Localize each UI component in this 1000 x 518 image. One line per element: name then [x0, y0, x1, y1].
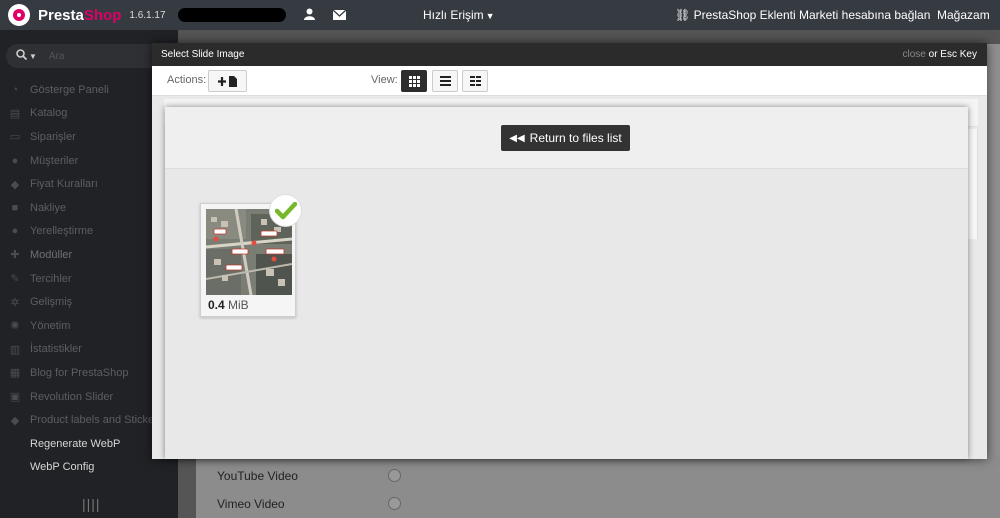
blog-icon: ▦	[9, 367, 21, 380]
plus-file-icon	[217, 75, 237, 87]
truck-icon: ■	[11, 201, 19, 214]
new-file-button[interactable]	[208, 70, 247, 92]
page-content-right-edge	[987, 44, 1000, 458]
tag-icon: ◆	[10, 178, 20, 191]
vimeo-video-label: Vimeo Video	[217, 497, 285, 511]
prestashop-logo-icon	[8, 4, 30, 26]
user-icon[interactable]	[303, 8, 315, 23]
version-label: 1.6.1.17	[129, 9, 166, 21]
cogs-icon: ✲	[10, 296, 20, 309]
puzzle-icon: ✚	[10, 249, 20, 262]
view-label: View:	[371, 74, 398, 86]
view-grid-button[interactable]	[401, 70, 427, 92]
view-list-button[interactable]	[432, 70, 458, 92]
envelope-icon[interactable]	[332, 8, 346, 23]
collapse-menu-icon[interactable]: ||||	[82, 496, 101, 512]
dashboard-icon: ◔	[11, 83, 19, 96]
redacted-employee-name	[177, 8, 286, 22]
grid-icon	[408, 75, 420, 87]
quick-access-menu[interactable]: Hızlı Erişim ▼	[423, 8, 495, 22]
vimeo-video-radio[interactable]	[388, 497, 401, 510]
youtube-video-radio[interactable]	[388, 469, 401, 482]
search-bar[interactable]: ▼ Ara	[6, 44, 164, 68]
slider-icon: ▣	[9, 391, 21, 404]
select-image-modal: Select Slide Image close or Esc Key Acti…	[152, 43, 987, 459]
my-store-link[interactable]: Mağazam	[937, 8, 990, 22]
caret-down-icon[interactable]: ▼	[29, 52, 37, 61]
link-icon: ⛓	[675, 8, 691, 22]
chart-icon: ▥	[9, 343, 21, 356]
selected-check-icon[interactable]	[269, 194, 302, 227]
slide-options-panel	[196, 455, 1000, 518]
cog-icon: ✺	[10, 320, 20, 333]
file-manager-toolbar: Actions: View:	[152, 66, 987, 96]
list-icon	[439, 76, 451, 86]
customers-icon: ●	[11, 154, 19, 167]
search-icon[interactable]	[16, 49, 28, 63]
columns-icon	[469, 76, 481, 86]
file-size: 0.4 MiB	[208, 298, 249, 312]
backward-icon: ◀◀	[509, 132, 525, 144]
youtube-video-label: YouTube Video	[217, 469, 298, 483]
top-navbar: PrestaShop 1.6.1.17 Hızlı Erişim ▼ ⛓ Pres…	[0, 0, 1000, 30]
search-input[interactable]: Ara	[49, 51, 65, 62]
brand-name: PrestaShop	[38, 6, 122, 24]
modal-close[interactable]: close or Esc Key	[903, 49, 978, 60]
view-columns-button[interactable]	[462, 70, 488, 92]
sidebar-item-webp-config[interactable]: WebP Config	[0, 456, 178, 480]
preview-panel-header: ◀◀ Return to files list	[165, 107, 968, 169]
addons-connect-link[interactable]: ⛓ PrestaShop Eklenti Marketi hesabına ba…	[675, 8, 930, 22]
actions-label: Actions:	[167, 74, 207, 86]
logo[interactable]: PrestaShop 1.6.1.17	[8, 4, 166, 26]
caret-down-icon: ▼	[485, 11, 495, 21]
catalog-icon: ▤	[9, 107, 21, 120]
wrench-icon: ✎	[10, 273, 20, 286]
globe-icon: ●	[11, 225, 19, 238]
tag-icon: ◆	[10, 414, 20, 427]
modal-title: Select Slide Image	[152, 43, 987, 66]
orders-icon: ▭	[9, 131, 21, 144]
return-to-files-button[interactable]: ◀◀ Return to files list	[501, 125, 630, 151]
